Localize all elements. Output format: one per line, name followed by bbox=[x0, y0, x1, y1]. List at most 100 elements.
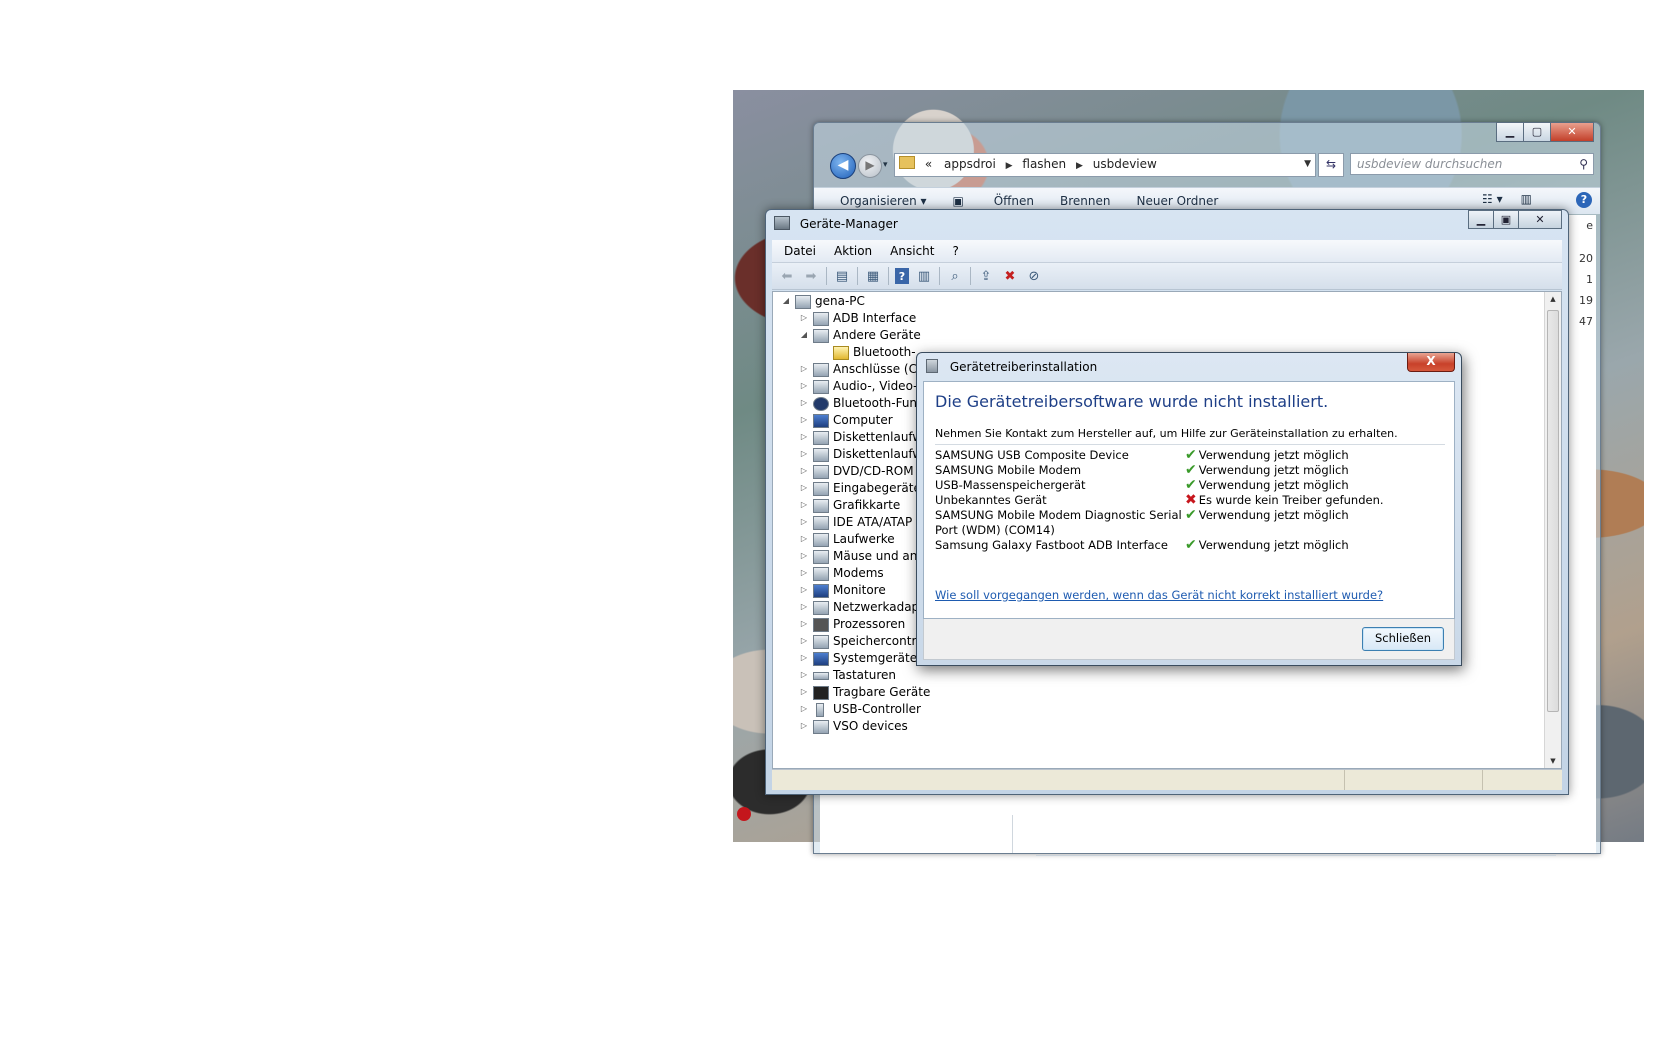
minimize-button[interactable]: ▁ bbox=[1468, 210, 1494, 229]
device-manager-titlebar: Geräte-Manager bbox=[774, 216, 898, 231]
checkmark-icon: ✔ bbox=[1185, 447, 1197, 463]
open-button-label: Öffnen bbox=[993, 194, 1035, 208]
status-pane bbox=[1483, 770, 1553, 790]
expand-arrow-icon[interactable]: ▷ bbox=[799, 394, 809, 412]
search-input[interactable]: usbdeview durchsuchen ⚲ bbox=[1350, 153, 1594, 175]
forward-arrow-icon[interactable]: ▶ bbox=[858, 154, 882, 178]
close-button[interactable]: ✕ bbox=[1518, 210, 1562, 229]
expand-arrow-icon[interactable]: ▷ bbox=[799, 360, 809, 378]
system-devices-icon bbox=[813, 652, 829, 666]
computer-icon bbox=[795, 295, 811, 309]
breadcrumb-separator-icon[interactable]: ▶ bbox=[1076, 161, 1083, 171]
refresh-icon[interactable]: ⇆ bbox=[1318, 153, 1344, 177]
expand-arrow-icon[interactable]: ▷ bbox=[799, 496, 809, 514]
scroll-thumb[interactable] bbox=[1547, 310, 1559, 712]
expand-arrow-icon[interactable]: ▷ bbox=[799, 445, 809, 463]
expand-arrow-icon[interactable]: ▷ bbox=[799, 530, 809, 548]
help-link[interactable]: Wie soll vorgegangen werden, wenn das Ge… bbox=[935, 588, 1383, 602]
collapse-arrow-icon[interactable]: ◢ bbox=[781, 292, 791, 310]
expand-arrow-icon[interactable]: ▷ bbox=[799, 666, 809, 684]
search-icon[interactable]: ⚲ bbox=[1579, 154, 1588, 175]
bluetooth-icon bbox=[813, 397, 829, 411]
expand-arrow-icon[interactable]: ▷ bbox=[799, 513, 809, 531]
expand-arrow-icon[interactable]: ▷ bbox=[799, 717, 809, 735]
search-placeholder: usbdeview durchsuchen bbox=[1357, 157, 1503, 171]
device-status-text: Verwendung jetzt möglich bbox=[1198, 448, 1349, 462]
menu-datei[interactable]: Datei bbox=[784, 244, 816, 258]
address-bar[interactable]: « appsdroi ▶ flashen ▶ usbdeview ▼ bbox=[894, 153, 1316, 177]
preview-pane-icon[interactable]: ▥ bbox=[1521, 192, 1532, 208]
expand-arrow-icon[interactable]: ▷ bbox=[799, 479, 809, 497]
tree-item-label: USB-Controller bbox=[833, 702, 921, 716]
back-arrow-icon[interactable]: ⬅ bbox=[778, 267, 796, 285]
address-dropdown-icon[interactable]: ▼ bbox=[1304, 154, 1311, 175]
close-button[interactable]: X bbox=[1407, 353, 1455, 372]
toolbar-separator bbox=[939, 267, 940, 285]
breadcrumb-usbdeview[interactable]: usbdeview bbox=[1093, 157, 1157, 171]
minimize-button[interactable]: ▁ bbox=[1496, 122, 1524, 142]
expand-arrow-icon[interactable]: ▷ bbox=[799, 615, 809, 633]
expand-arrow-icon[interactable]: ▷ bbox=[799, 428, 809, 446]
new-folder-button[interactable]: Neuer Ordner bbox=[1137, 194, 1219, 208]
disable-device-icon[interactable]: ⊘ bbox=[1025, 267, 1043, 285]
close-button[interactable]: ✕ bbox=[1550, 122, 1594, 142]
maximize-button[interactable]: ▣ bbox=[1493, 210, 1519, 229]
show-hide-console-tree-icon[interactable]: ▤ bbox=[833, 267, 851, 285]
device-name: USB-Massenspeichergerät bbox=[935, 478, 1086, 492]
history-dropdown-icon[interactable]: ▾ bbox=[883, 160, 888, 170]
driver-install-dialog: Gerätetreiberinstallation X Die Gerätetr… bbox=[916, 352, 1462, 666]
column-header[interactable]: e bbox=[1567, 215, 1593, 236]
menu-help[interactable]: ? bbox=[952, 244, 958, 258]
view-options-icon[interactable]: ☷ ▾ bbox=[1482, 192, 1503, 208]
expand-arrow-icon[interactable]: ▷ bbox=[799, 598, 809, 616]
expand-arrow-icon[interactable]: ▷ bbox=[799, 632, 809, 650]
breadcrumb-separator-icon[interactable]: ▶ bbox=[1006, 161, 1013, 171]
breadcrumb-flashen[interactable]: flashen bbox=[1022, 157, 1066, 171]
organize-button[interactable]: Organisieren ▾ bbox=[840, 194, 927, 208]
expand-arrow-icon[interactable]: ▷ bbox=[799, 649, 809, 667]
expand-arrow-icon[interactable]: ▷ bbox=[799, 462, 809, 480]
breadcrumb-appsdroi[interactable]: appsdroi bbox=[944, 157, 996, 171]
window-title: Geräte-Manager bbox=[799, 217, 898, 231]
expand-arrow-icon[interactable]: ▷ bbox=[799, 683, 809, 701]
menu-aktion[interactable]: Aktion bbox=[834, 244, 872, 258]
storage-controller-icon bbox=[813, 635, 829, 649]
expand-arrow-icon[interactable]: ▷ bbox=[799, 700, 809, 718]
tree-item-label: Diskettenlaufw bbox=[833, 447, 923, 461]
close-dialog-button[interactable]: Schließen bbox=[1362, 627, 1444, 651]
collapse-arrow-icon[interactable]: ◢ bbox=[799, 326, 809, 344]
update-driver-icon[interactable]: ⇪ bbox=[977, 267, 995, 285]
properties-icon[interactable]: ▦ bbox=[864, 267, 882, 285]
menu-ansicht[interactable]: Ansicht bbox=[890, 244, 934, 258]
expand-arrow-icon[interactable]: ▷ bbox=[799, 564, 809, 582]
warning-icon bbox=[833, 346, 849, 360]
expand-arrow-icon[interactable]: ▷ bbox=[799, 547, 809, 565]
vertical-scrollbar[interactable]: ▲ ▼ bbox=[1544, 292, 1561, 768]
expand-arrow-icon[interactable]: ▷ bbox=[799, 581, 809, 599]
help-icon[interactable]: ? bbox=[1576, 192, 1592, 208]
toolbar-separator bbox=[826, 267, 827, 285]
maximize-button[interactable]: ▢ bbox=[1523, 122, 1551, 142]
open-button[interactable]: ▣ Öffnen bbox=[953, 194, 1034, 208]
forward-arrow-icon[interactable]: ➡ bbox=[802, 267, 820, 285]
expand-arrow-icon[interactable]: ▷ bbox=[799, 411, 809, 429]
scroll-up-icon[interactable]: ▲ bbox=[1545, 295, 1561, 303]
dialog-info-text: Nehmen Sie Kontakt zum Hersteller auf, u… bbox=[935, 427, 1398, 440]
device-name: Samsung Galaxy Fastboot ADB Interface bbox=[935, 538, 1168, 552]
back-arrow-icon[interactable]: ◀ bbox=[830, 153, 856, 179]
address-overflow[interactable]: « bbox=[925, 157, 932, 171]
help-icon[interactable]: ? bbox=[895, 268, 909, 284]
uninstall-device-icon[interactable]: ✖ bbox=[1001, 267, 1019, 285]
scan-hardware-icon[interactable]: ⌕ bbox=[946, 267, 964, 285]
burn-button[interactable]: Brennen bbox=[1060, 194, 1110, 208]
expand-arrow-icon[interactable]: ▷ bbox=[799, 309, 809, 327]
portable-device-icon bbox=[813, 686, 829, 700]
scroll-down-icon[interactable]: ▼ bbox=[1545, 757, 1561, 765]
error-x-icon: ✖ bbox=[1185, 492, 1197, 508]
action-pane-icon[interactable]: ▥ bbox=[915, 267, 933, 285]
device-name: SAMSUNG Mobile Modem bbox=[935, 463, 1082, 477]
speaker-icon bbox=[813, 380, 829, 394]
expand-arrow-icon[interactable]: ▷ bbox=[799, 377, 809, 395]
column-value: 19 bbox=[1579, 294, 1593, 307]
explorer-toolbar-right: ☷ ▾ ▥ ? bbox=[1482, 192, 1592, 208]
